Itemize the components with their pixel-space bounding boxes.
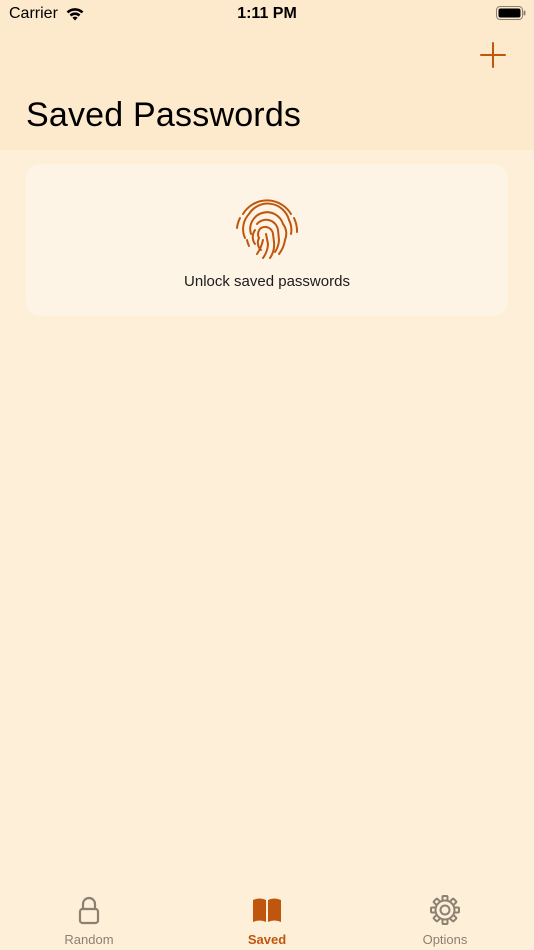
screen: Carrier 1:11 PM Saved Passwords Unlock s… <box>0 0 534 950</box>
page-title: Saved Passwords <box>26 96 302 134</box>
tab-bar: Random Saved Options <box>0 884 534 950</box>
unlock-passwords-button[interactable]: Unlock saved passwords <box>26 164 508 316</box>
battery-icon <box>496 6 526 20</box>
navigation-header: Saved Passwords <box>0 28 534 150</box>
tab-label-random: Random <box>64 932 114 947</box>
tab-options[interactable]: Options <box>356 884 534 950</box>
tab-random[interactable]: Random <box>0 884 178 950</box>
lock-icon <box>78 896 100 925</box>
unlock-label: Unlock saved passwords <box>184 273 350 290</box>
tab-label-saved: Saved <box>247 932 287 947</box>
gear-icon <box>430 895 460 925</box>
tab-saved[interactable]: Saved <box>178 884 356 950</box>
fingerprint-icon <box>236 199 298 259</box>
book-icon <box>253 898 281 922</box>
status-bar: Carrier 1:11 PM <box>0 0 534 28</box>
status-time: 1:11 PM <box>237 5 297 22</box>
plus-icon[interactable] <box>480 42 506 68</box>
tab-label-options: Options <box>422 932 468 947</box>
